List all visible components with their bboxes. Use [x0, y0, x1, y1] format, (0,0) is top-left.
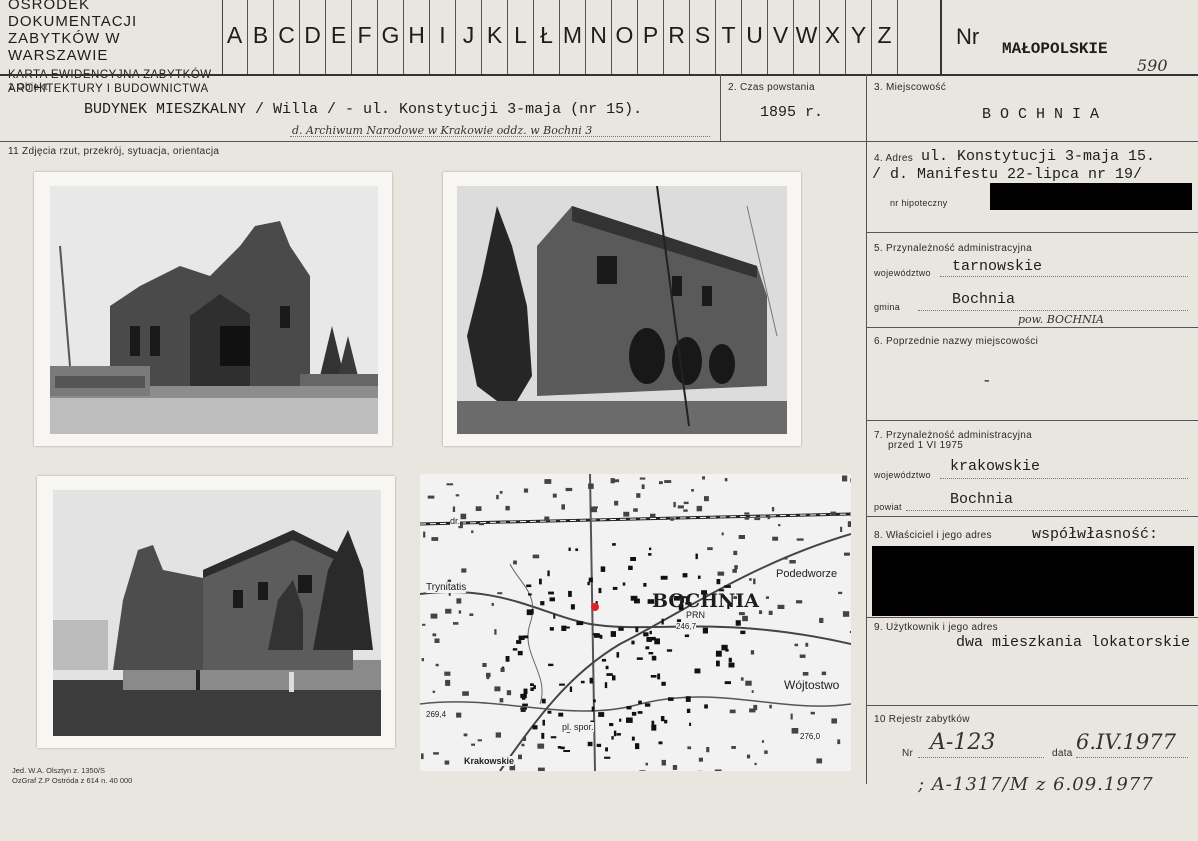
locality: B O C H N I A [982, 106, 1100, 123]
alphabet-letter: B [248, 0, 274, 74]
woj-label-5: województwo [874, 268, 931, 278]
map-label-trynitatis: Trynitatis [426, 582, 467, 593]
office-line1: OŚRODEK DOKUMENTACJI [8, 0, 138, 30]
field11-label: 11 Zdjęcia rzut, przekrój, sytuacja, ori… [8, 146, 220, 157]
field4-label: 4. Adres [874, 153, 914, 164]
address-line2: / d. Manifestu 22-lipca nr 19/ [872, 166, 1143, 183]
previous-names: - [982, 372, 992, 390]
gmina-value: Bochnia [952, 291, 1016, 308]
powiat-handwritten: pow. BOCHNIA [1018, 313, 1104, 326]
alphabet-letter: W [794, 0, 820, 74]
powiat-label: powiat [874, 502, 902, 512]
alphabet-letter: C [274, 0, 300, 74]
user-value: dwa mieszkania lokatorskie [956, 634, 1191, 651]
alphabet-letter: S [690, 0, 716, 74]
location-map: BOCHNIA Trynitatis Podedworze Wójtostwo … [420, 474, 851, 771]
alphabet-letter: Ł [534, 0, 560, 74]
register-date-label: data [1052, 748, 1073, 759]
alphabet-letter: L [508, 0, 534, 74]
office-header: OŚRODEK DOKUMENTACJI ZABYTKÓW W WARSZAWI… [0, 0, 223, 95]
field2-label: 2. Czas powstania [728, 82, 815, 93]
alphabet-letter: J [456, 0, 482, 74]
map-label-prn: PRN [686, 610, 706, 620]
print-footer-line1: Jed. W.A. Olsztyn z. 1350/S [12, 766, 105, 775]
print-footer-line2: OzGraf Z.P Ostróda z 614 n. 40 000 [12, 776, 133, 785]
redaction-owner [872, 546, 1194, 616]
alphabet-letter: P [638, 0, 664, 74]
owner-value: współwłasność: [1032, 526, 1159, 543]
map-height-2: 269,4 [426, 710, 447, 719]
field3-label: 3. Miejscowość [874, 82, 946, 93]
field9-label: 9. Użytkownik i jego adres [874, 622, 998, 633]
redaction-hipoteczny [990, 183, 1192, 210]
address-line1: ul. Konstytucji 3-maja 15. [921, 148, 1156, 165]
alphabet-letter: M [560, 0, 586, 74]
alphabet-letter: V [768, 0, 794, 74]
field5-label: 5. Przynależność administracyjna [874, 243, 1032, 254]
office-line2: ZABYTKÓW W WARSZAWIE [8, 30, 121, 64]
alphabet-letter: F [352, 0, 378, 74]
woj-label-7: województwo [874, 470, 931, 480]
map-label-wojtostwo: Wójtostwo [784, 678, 840, 692]
map-label-podedworze: Podedworze [776, 568, 838, 580]
alphabet-letter: O [612, 0, 638, 74]
alphabet-letter: D [300, 0, 326, 74]
voivodeship-current: tarnowskie [952, 258, 1043, 275]
alphabet-letter: I [430, 0, 456, 74]
alphabet-letter: E [326, 0, 352, 74]
register-number: A-123 [930, 730, 996, 755]
powiat-value: Bochnia [950, 491, 1014, 508]
card-number: 590 [1137, 56, 1168, 75]
gmina-label: gmina [874, 302, 901, 312]
field7-label2: przed 1 VI 1975 [888, 440, 964, 451]
field8-label: 8. Właściciel i jego adres [874, 530, 992, 541]
alphabet-letter: Y [846, 0, 872, 74]
field10-label: 10 Rejestr zabytków [874, 714, 970, 725]
object-name: BUDYNEK MIESZKALNY / Willa / - ul. Konst… [84, 101, 643, 118]
photo-villa-front [34, 172, 392, 446]
number-cell: Nr MAŁOPOLSKIE 590 [940, 0, 1198, 75]
alphabet-letter: G [378, 0, 404, 74]
register-nr-label: Nr [902, 748, 914, 759]
alphabet-letter: K [482, 0, 508, 74]
register-extra-handwritten: ; A-1317/M z 6.09.1977 [918, 774, 1154, 795]
alphabet-letter: R [664, 0, 690, 74]
alphabet-letter: X [820, 0, 846, 74]
alphabet-letter: U [742, 0, 768, 74]
construction-date: 1895 r. [760, 104, 824, 121]
map-label-krakowskie: Krakowskie [464, 756, 515, 766]
region-stamp: MAŁOPOLSKIE [1002, 40, 1108, 58]
photo-villa-street [37, 476, 395, 748]
photo-villa-side [443, 172, 801, 446]
map-town-label: BOCHNIA [652, 590, 760, 612]
evidence-card: OŚRODEK DOKUMENTACJI ZABYTKÓW W WARSZAWI… [0, 0, 1198, 841]
field1-label: 1 Obiekt [8, 82, 48, 93]
nr-label: Nr [956, 24, 980, 49]
hipoteczny-label: nr hipoteczny [890, 198, 948, 208]
map-height-1: 246,7 [676, 622, 697, 631]
field6-label: 6. Poprzednie nazwy miejscowości [874, 336, 1039, 347]
alphabet-letter: T [716, 0, 742, 74]
voivodeship-before-1975: krakowskie [950, 458, 1041, 475]
map-label-dr: dr. [450, 516, 461, 526]
map-label-pl-spor: pl. spor. [562, 722, 594, 732]
alphabet-letter: H [404, 0, 430, 74]
map-height-3: 276,0 [800, 732, 821, 741]
alphabet-letter: Z [872, 0, 898, 74]
register-date: 6.IV.1977 [1076, 730, 1176, 754]
alphabet-letter: A [222, 0, 248, 74]
alphabet-letter: N [586, 0, 612, 74]
alphabet-index: ABCDEFGHIJKLŁMNOPRSTUVWXYZ [222, 0, 898, 74]
